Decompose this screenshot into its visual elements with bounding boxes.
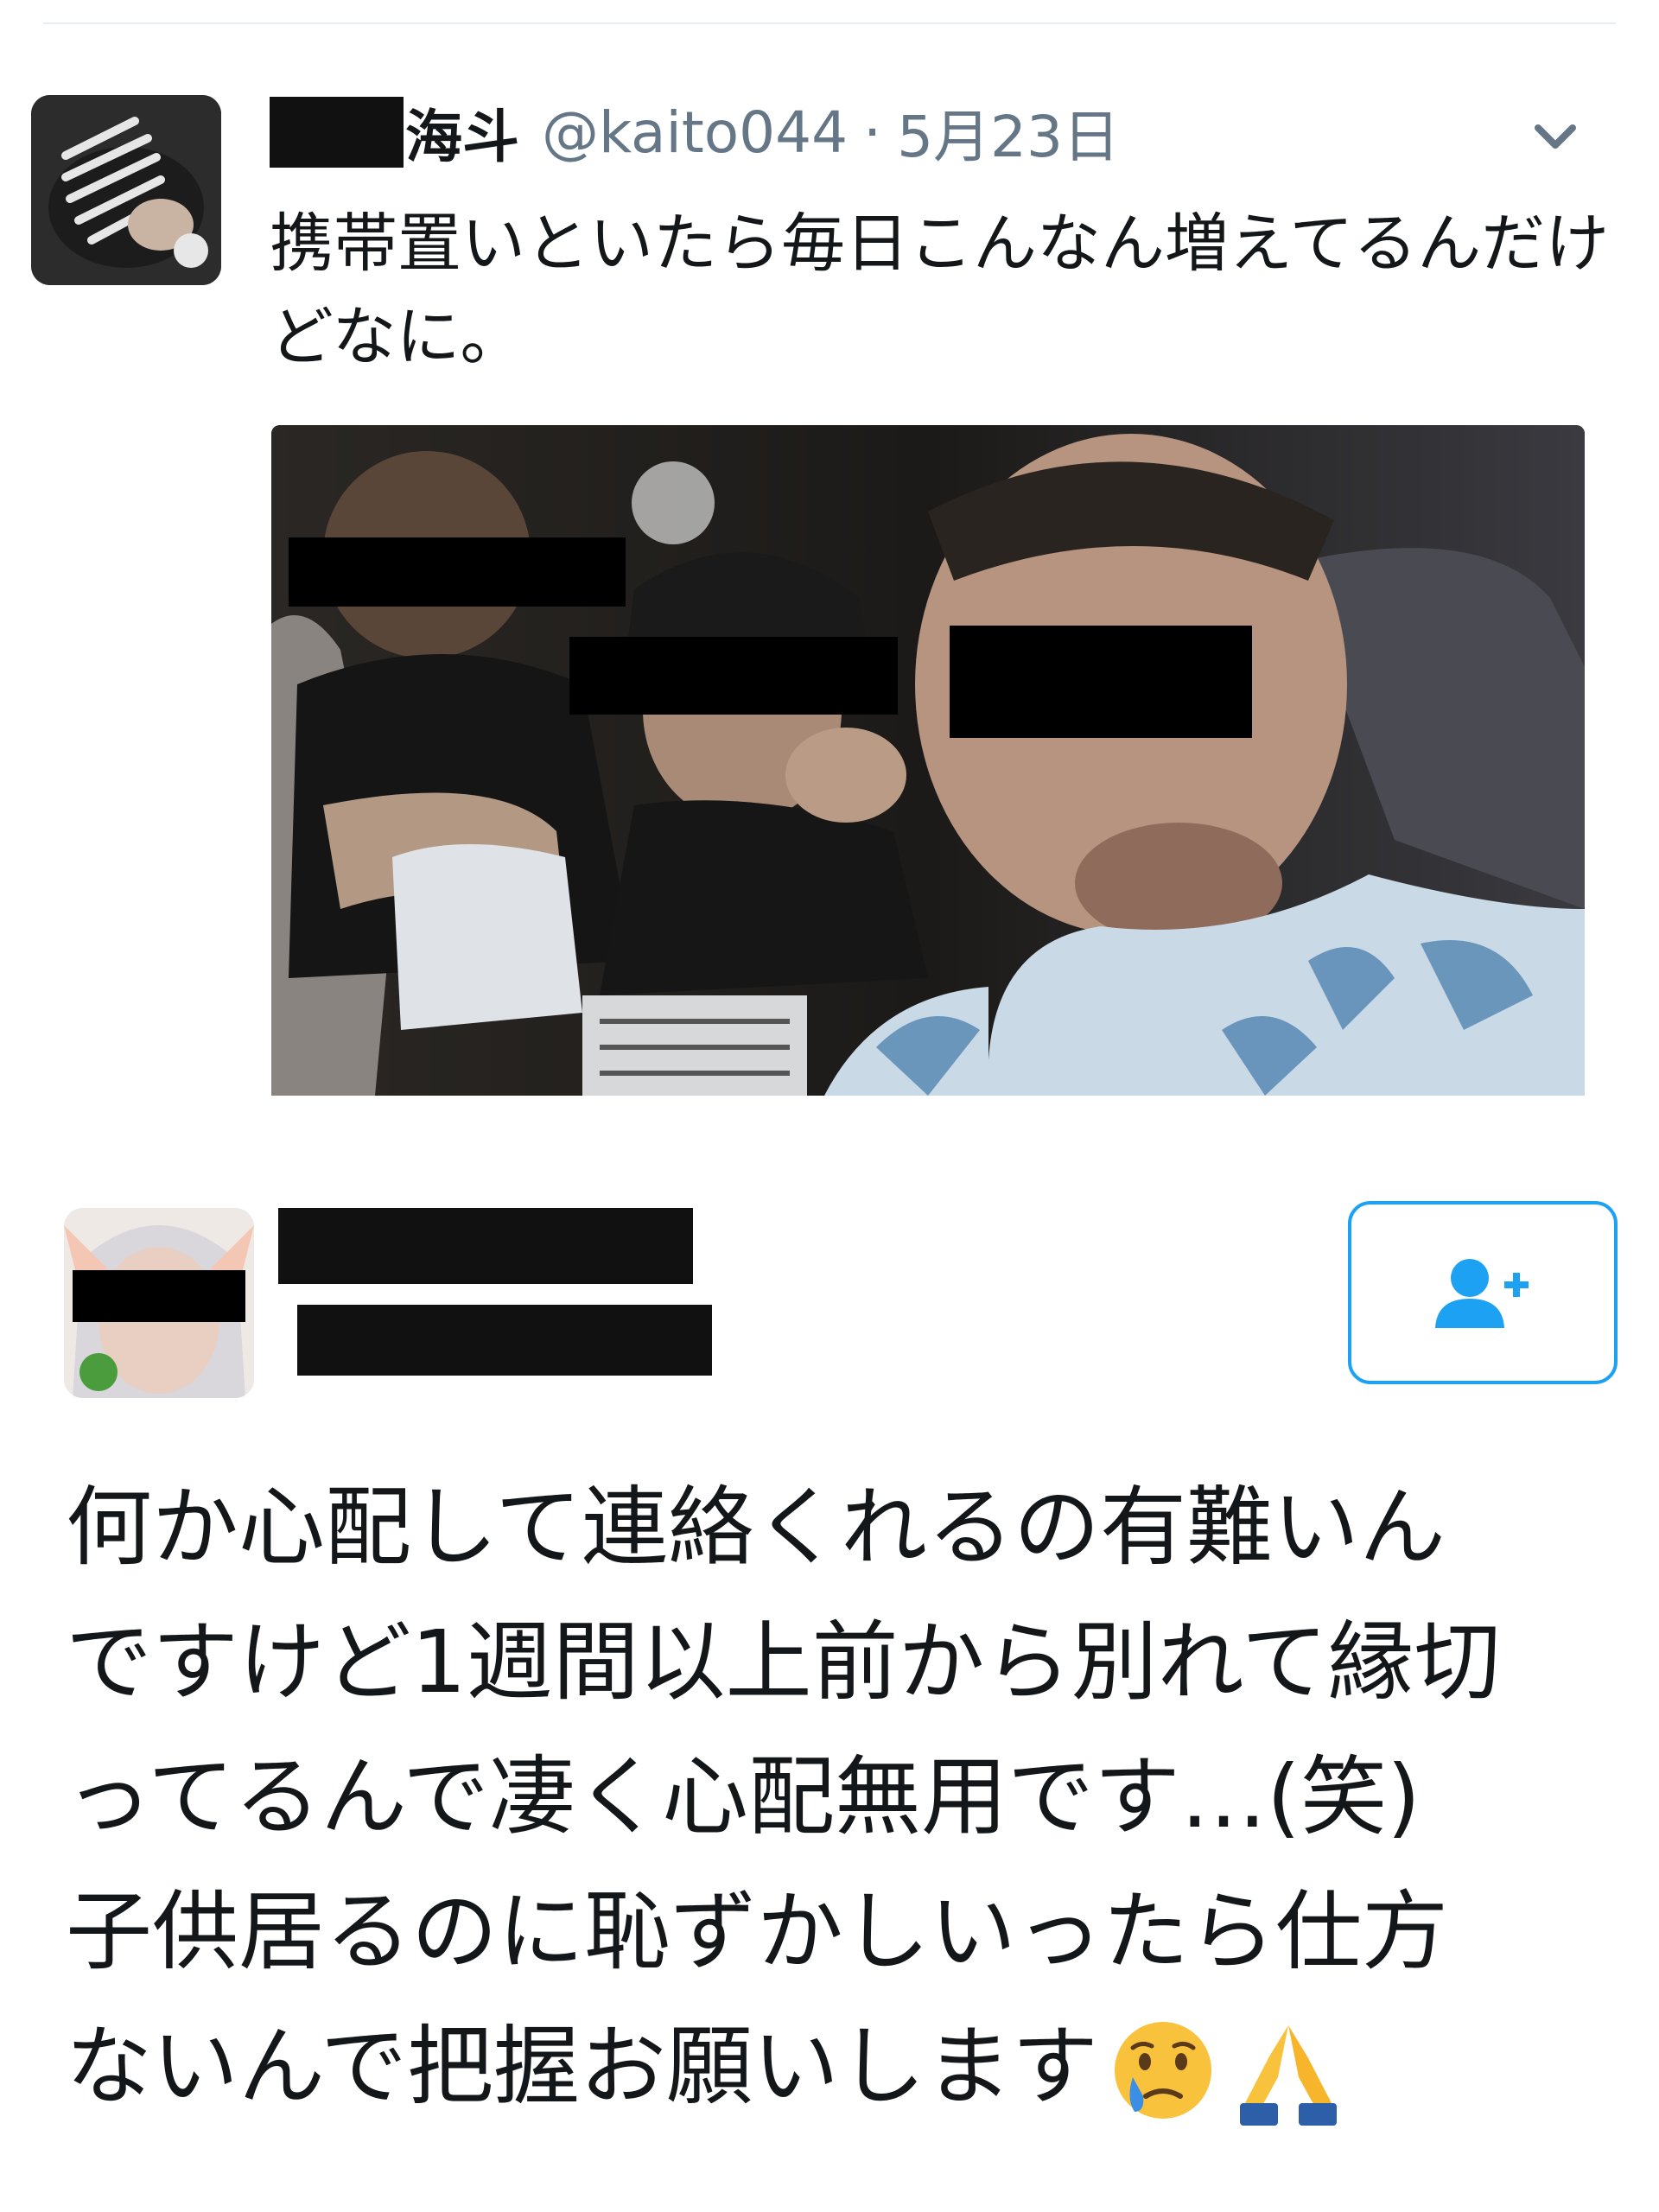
redaction-bar: [278, 1208, 693, 1284]
avatar[interactable]: [31, 95, 221, 285]
tweet-text-line: 何か心配して連絡くれるの有難いん: [66, 1477, 1446, 1578]
follow-button[interactable]: [1348, 1201, 1618, 1384]
tweet-menu-button[interactable]: [1521, 102, 1590, 171]
tweet-text: 携帯置いといたら毎日こんなん増えてるんだけどなに。: [270, 207, 1610, 374]
redaction-bar: [297, 1305, 712, 1376]
folded-hands-emoji: [1240, 2024, 1337, 2126]
tweet-card: 海斗 @kaito044 · 5月23日 携帯置いといたら毎日こんなん増えてるん…: [0, 0, 1659, 1123]
tweet-text-line-last: ないんで把握お願いします: [66, 1999, 1621, 2134]
tweet-text-line: ってるんで凄く心配無用です…(笑): [66, 1746, 1421, 1847]
tweet-text-line: ですけど1週間以上前から別れて縁切: [66, 1611, 1501, 1713]
separator-dot: ·: [863, 99, 882, 166]
chevron-down-icon: [1535, 124, 1576, 149]
tweet-date[interactable]: 5月23日: [897, 91, 1120, 174]
tweet-header: 海斗 @kaito044 · 5月23日: [270, 93, 1120, 171]
tweet-text-span: ないんで把握お願いします: [66, 2016, 1098, 2117]
user-handle[interactable]: @kaito044: [542, 99, 848, 166]
tweet-text-line: 子供居るのに恥ずかしいったら仕方: [66, 1881, 1448, 1982]
tweet-text: 何か心配して連絡くれるの有難いん ですけど1週間以上前から別れて縁切 ってるんで…: [66, 1460, 1621, 2134]
display-name[interactable]: 海斗: [405, 91, 519, 174]
avatar[interactable]: [64, 1208, 254, 1398]
tweet-photo[interactable]: [271, 425, 1585, 1096]
add-user-icon: [1435, 1259, 1529, 1328]
redaction-bar: [270, 97, 404, 168]
crying-face-emoji: [1115, 2021, 1211, 2119]
